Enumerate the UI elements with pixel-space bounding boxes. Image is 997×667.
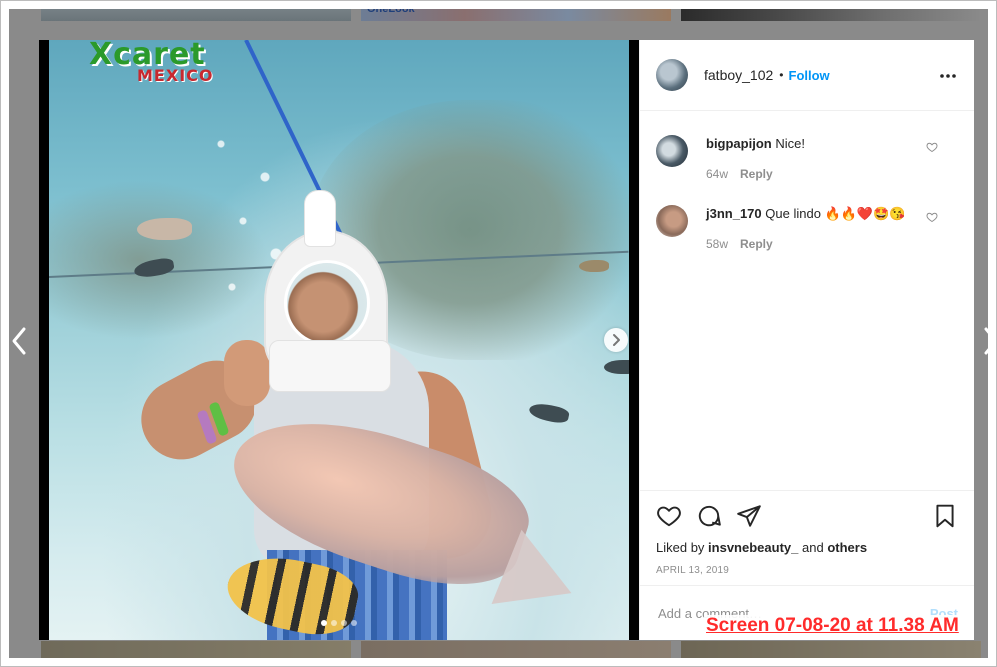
background-thumbnail <box>41 1 351 21</box>
comment-meta: 58w Reply <box>706 237 911 251</box>
likes-joiner: and <box>802 540 824 555</box>
avatar[interactable] <box>656 135 688 167</box>
comment-like-button[interactable] <box>926 141 938 153</box>
comment-body: bigpapijon Nice! 64w Reply <box>706 135 911 181</box>
share-button[interactable] <box>736 503 762 529</box>
comment: j3nn_170 Que lindo 🔥🔥❤️🤩😘 58w Reply <box>656 205 958 251</box>
save-button[interactable] <box>932 503 958 529</box>
post-author: fatboy_102 • Follow <box>704 67 830 83</box>
comment-icon <box>698 505 721 527</box>
post-side-panel: fatboy_102 • Follow bigpapijon Nice! 64w… <box>639 40 974 640</box>
comment-username[interactable]: bigpapijon <box>706 136 772 151</box>
chevron-right-icon <box>984 327 996 355</box>
likes-others[interactable]: others <box>827 540 867 555</box>
diving-helmet-window <box>284 260 370 346</box>
likes-summary: Liked by insvnebeauty_ and others <box>656 540 958 555</box>
previous-post-arrow[interactable] <box>7 323 31 359</box>
comments-list: bigpapijon Nice! 64w Reply j3nn_170 Que … <box>640 111 974 490</box>
avatar[interactable] <box>656 59 688 91</box>
next-post-arrow[interactable] <box>979 323 996 359</box>
heart-icon <box>926 142 938 153</box>
chevron-left-icon <box>12 327 26 355</box>
fish <box>527 401 571 425</box>
carousel-dots <box>39 620 639 626</box>
comment-button[interactable] <box>696 503 722 529</box>
action-bar <box>656 501 958 531</box>
background-thumbnail <box>681 641 981 666</box>
likes-prefix: Liked by <box>656 540 705 555</box>
reply-button[interactable]: Reply <box>740 237 773 251</box>
fish <box>579 260 609 272</box>
comment-username[interactable]: j3nn_170 <box>706 206 762 221</box>
likes-user[interactable]: insvnebeauty_ <box>708 540 798 555</box>
photo-logo-sub: MEXICO <box>137 66 214 85</box>
comment-meta: 64w Reply <box>706 167 911 181</box>
more-options-button[interactable] <box>938 66 958 84</box>
photo-logo: Xcaret MEXICO <box>89 40 213 84</box>
comment-body: j3nn_170 Que lindo 🔥🔥❤️🤩😘 58w Reply <box>706 205 911 251</box>
reply-button[interactable]: Reply <box>740 167 773 181</box>
carousel-dot <box>331 620 337 626</box>
carousel-dot <box>321 620 327 626</box>
screenshot-frame: OneLook Xcaret MEXICO fatboy_102 • Follo… <box>0 0 997 667</box>
background-thumbnail <box>681 1 981 21</box>
carousel-dot <box>351 620 357 626</box>
comment-age[interactable]: 58w <box>706 237 728 251</box>
comment-text: j3nn_170 Que lindo 🔥🔥❤️🤩😘 <box>706 205 911 223</box>
separator-dot: • <box>779 68 784 82</box>
screenshot-timestamp: Screen 07-08-20 at 11.38 AM <box>704 615 961 637</box>
post-header: fatboy_102 • Follow <box>640 40 974 111</box>
diving-helmet-top <box>304 190 336 247</box>
follow-button[interactable]: Follow <box>789 68 830 83</box>
post-photo: Xcaret MEXICO <box>49 40 629 640</box>
carousel-next-button[interactable] <box>604 328 628 352</box>
post-actions: Liked by insvnebeauty_ and others APRIL … <box>640 490 974 585</box>
carousel-dot <box>341 620 347 626</box>
diving-helmet-base <box>269 340 391 392</box>
like-button[interactable] <box>656 503 682 529</box>
send-icon <box>737 505 761 527</box>
comment-like-button[interactable] <box>926 211 938 223</box>
background-thumbnail <box>41 641 351 666</box>
heart-icon <box>926 212 938 223</box>
comment-message: Nice! <box>775 136 805 151</box>
post-modal: Xcaret MEXICO fatboy_102 • Follow bigpap… <box>39 40 974 640</box>
heart-icon <box>657 506 681 527</box>
bookmark-icon <box>936 504 954 528</box>
comment-text: bigpapijon Nice! <box>706 135 911 153</box>
avatar[interactable] <box>656 205 688 237</box>
comment-age[interactable]: 64w <box>706 167 728 181</box>
more-icon <box>940 74 956 78</box>
comment: bigpapijon Nice! 64w Reply <box>656 135 958 181</box>
background-thumbnail-text: OneLook <box>367 3 415 15</box>
author-username[interactable]: fatboy_102 <box>704 67 773 83</box>
chevron-right-icon <box>613 334 620 346</box>
comment-message: Que lindo 🔥🔥❤️🤩😘 <box>765 206 906 221</box>
post-date[interactable]: APRIL 13, 2019 <box>656 565 958 576</box>
post-media[interactable]: Xcaret MEXICO <box>39 40 639 640</box>
background-thumbnail: OneLook <box>361 1 671 21</box>
background-thumbnail <box>361 641 671 666</box>
fish <box>604 360 629 374</box>
thumbs-up-hand <box>224 340 270 406</box>
